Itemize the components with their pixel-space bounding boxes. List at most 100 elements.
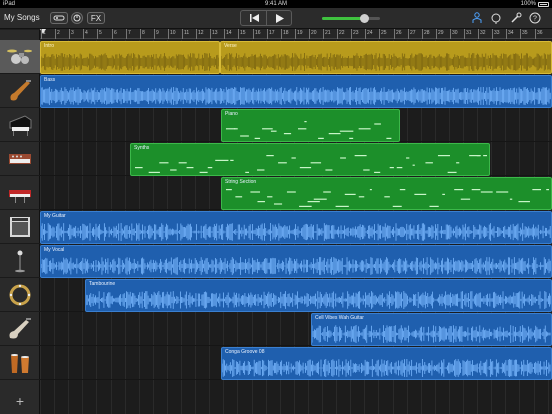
track-header-drums[interactable]: [0, 40, 40, 74]
electric-guitar-icon: [9, 317, 31, 338]
track-lane: Intro Verse: [40, 40, 552, 74]
view-toggle-button[interactable]: [50, 12, 68, 24]
audio-waveform: [41, 223, 551, 241]
region[interactable]: My Vocal: [40, 245, 552, 278]
ruler-tick: [520, 29, 521, 39]
ruler-bar-number: 21: [325, 30, 331, 36]
ruler-bar-number: 13: [212, 30, 218, 36]
timeline-ruler[interactable]: 1 2 3 4 5 6 7 8 9 10 11 12 13 14 15 16 17 18 19 20 21 22 23 24 2…: [40, 29, 552, 39]
region[interactable]: Intro: [40, 41, 220, 74]
ruler-tick: [196, 29, 197, 39]
help-icon: ?: [529, 12, 540, 24]
add-track-button[interactable]: +: [0, 388, 40, 414]
region-label: My Vocal: [44, 247, 65, 253]
track-header-bass[interactable]: [0, 74, 40, 108]
ruler-bar-number: 8: [142, 30, 145, 36]
track-header-synths[interactable]: [0, 142, 40, 176]
microphone-icon: [15, 250, 25, 272]
ruler-tick: [112, 29, 113, 39]
volume-fill: [322, 17, 364, 20]
track-lane: Tambourine: [40, 278, 552, 312]
control-bar: My Songs FX ?: [0, 8, 552, 29]
ruler-bar-number: 5: [99, 30, 102, 36]
midi-notes: [134, 155, 488, 173]
track-header-piano[interactable]: [0, 108, 40, 142]
region-label: Verse: [224, 43, 237, 49]
amp-icon: [10, 216, 30, 237]
ruler-bar-number: 12: [198, 30, 204, 36]
ruler-tick: [210, 29, 211, 39]
ruler-bar-number: 34: [508, 30, 514, 36]
go-to-beginning-button[interactable]: [241, 11, 267, 25]
ruler-bar-number: 16: [255, 30, 261, 36]
ruler-tick: [267, 29, 268, 39]
loop-icon: [491, 13, 500, 24]
ruler-tick: [436, 29, 437, 39]
piano-icon: [9, 114, 32, 136]
fx-button[interactable]: FX: [87, 12, 105, 24]
drum-kit-icon: [7, 49, 32, 64]
region[interactable]: Cell Vibes Wah Guitar: [311, 313, 552, 346]
ruler-tick: [295, 29, 296, 39]
ruler-bar-number: 20: [311, 30, 317, 36]
garageband-tracks-view: iPad 9:41 AM 100% My Songs FX ? 1 2 3 4 …: [0, 0, 552, 414]
play-button[interactable]: [267, 11, 293, 25]
ruler-bar-number: 15: [240, 30, 246, 36]
track-lane: Cell Vibes Wah Guitar: [40, 312, 552, 346]
region[interactable]: String Section: [221, 177, 552, 210]
track-lane: Synths: [40, 142, 552, 176]
region[interactable]: My Guitar: [40, 211, 552, 244]
person-icon: [472, 12, 481, 23]
audio-waveform: [312, 325, 551, 343]
tracks-view-button[interactable]: [470, 12, 483, 25]
track-lane: My Guitar: [40, 210, 552, 244]
track-header-my-guitar[interactable]: [0, 210, 40, 244]
ruler-tick: [83, 29, 84, 39]
ruler-bar-number: 23: [353, 30, 359, 36]
settings-button[interactable]: [509, 12, 522, 25]
my-songs-button[interactable]: My Songs: [4, 12, 40, 24]
region[interactable]: Conga Groove 08: [221, 347, 552, 380]
svg-text:?: ?: [533, 16, 537, 23]
conga-icon: [11, 353, 29, 373]
ruler-bar-number: 36: [537, 30, 543, 36]
ruler-tick: [450, 29, 451, 39]
region[interactable]: Bass: [40, 75, 552, 108]
master-volume-slider[interactable]: [322, 14, 380, 23]
track-header-tambourine[interactable]: [0, 278, 40, 312]
track-header-string-section[interactable]: [0, 176, 40, 210]
loop-browser-button[interactable]: [489, 12, 502, 25]
ruler-bar-number: 7: [128, 30, 131, 36]
ruler-bar-number: 28: [424, 30, 430, 36]
skip-back-icon: [249, 14, 259, 22]
ruler-tick: [97, 29, 98, 39]
smart-controls-button[interactable]: [71, 12, 83, 24]
region[interactable]: Verse: [220, 41, 552, 74]
region[interactable]: Piano: [221, 109, 400, 142]
audio-waveform: [41, 53, 219, 71]
ruler-bar-number: 26: [396, 30, 402, 36]
region[interactable]: Tambourine: [85, 279, 552, 312]
ruler-tick: [140, 29, 141, 39]
volume-knob[interactable]: [359, 14, 369, 23]
ruler-tick: [492, 29, 493, 39]
ruler-tick: [478, 29, 479, 39]
ruler-tick: [337, 29, 338, 39]
ruler-tick: [168, 29, 169, 39]
track-header-my-vocal[interactable]: [0, 244, 40, 278]
play-icon: [276, 13, 284, 23]
track-header-conga-groove-08[interactable]: [0, 346, 40, 380]
track-header-cell-vibes-wah-guitar[interactable]: [0, 312, 40, 346]
battery-percent: 100%: [520, 1, 536, 7]
ruler-bar-number: 14: [226, 30, 232, 36]
midi-notes: [225, 121, 392, 139]
ruler-tick: [506, 29, 507, 39]
ruler-tick: [323, 29, 324, 39]
region[interactable]: Synths: [130, 143, 490, 176]
audio-waveform: [86, 291, 551, 309]
ruler-bar-number: 9: [156, 30, 159, 36]
help-button[interactable]: ?: [528, 12, 541, 25]
ruler-tick: [394, 29, 395, 39]
region-label: Synths: [134, 145, 150, 151]
ruler-bar-number: 30: [452, 30, 458, 36]
